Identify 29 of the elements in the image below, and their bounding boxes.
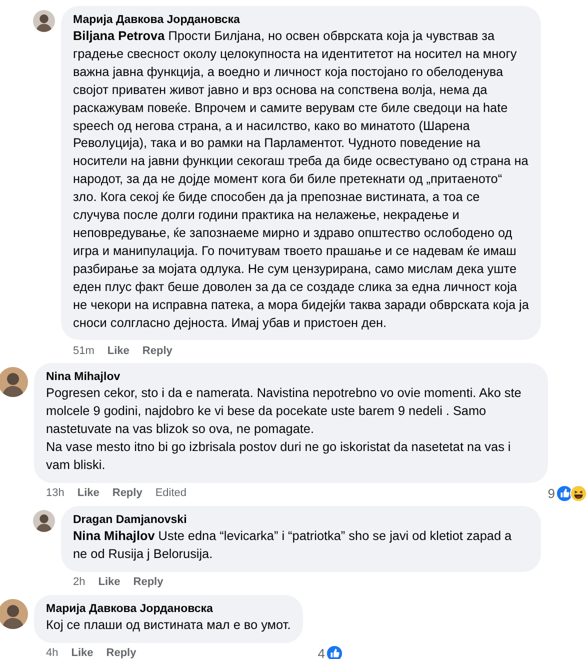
author-name: Марија Давкова Јордановска	[46, 602, 214, 617]
avatar	[0, 598, 28, 629]
author-name: Марија Давкова Јордановска	[73, 13, 241, 28]
reaction-count: 9	[548, 486, 555, 501]
reply-link[interactable]: Reply	[106, 647, 136, 659]
timestamp: 2h	[73, 576, 86, 588]
like-link[interactable]: Like	[71, 647, 94, 659]
comment-text: Nina Mihajlov Uste edna “levicarka” i “patriotka” sho se javi od kletiot zapad a ne od Rusija j Belorusija.	[73, 528, 513, 563]
like-icon	[326, 644, 343, 659]
author-name: Dragan Damjanovski	[73, 512, 188, 528]
reply-link[interactable]: Reply	[112, 487, 142, 500]
reaction-count: 4	[318, 646, 325, 659]
avatar	[33, 10, 55, 32]
reply-link[interactable]: Reply	[133, 576, 164, 588]
like-link[interactable]: Like	[98, 576, 120, 588]
reply-link[interactable]: Reply	[142, 344, 172, 357]
timestamp: 13h	[46, 487, 64, 500]
comment-text: Кој се плаши од вистината мал е во умот.	[46, 616, 291, 634]
edited-label: Edited	[155, 487, 187, 500]
author-name: Nina Mihajlov	[46, 370, 122, 386]
laughing-face-icon	[570, 484, 587, 502]
comment-text: Pogresen cekor, sto i da e namerata. Navistina nepotrebno vo ovie momenti. Ako ste molcele 9 godini, najdobro ke vi bese da pocekate uste barem 9 nedeli . Samo nastetuvate na vas blizok so ova, ne pomagate. Na vase mesto itno bi go izbrisala postov duri ne go iskoristat da nasetetat na vas i vam bliski.	[46, 385, 522, 474]
comment-text: Biljana Petrova Прости Билјана, но освен обврската која ја чувствав за градење свесност околу целокупноста на идентитетот на носител на многу важна јавна функција, а воедно и личност која постојано го обелоденува својот приватен живот јавно и врз основа на сопствена волја, нема да раскажувам повеќе. Впрочем и самите верувам сте биле сведоци на hate speech од негова страна, а и насилство, како во минатото (Шарена Револуција), така и во рамки на Парламентот. Чудното поведение на носители на јавни функции секогаш треба да биде освестувано од страна на народот, за да не дојде момент кога би биле претекнати од „притаеното“ зло. Кога секој ќе биде способен да ја препознае вистината, а тоа се случува после долги години практика на нелажење, некрадење и неповредување, ќе запознаеме мирно и здраво општество ослободено од игра и манипулација. Го почитувам твоето прашање и се надевам ќе имаш разбирање за мојата одлука. Не сум цензурирана, само мислам дека уште еден плус факт беше доволен за да се создаде слика за една личност која не чекори на исправна патека, а мора бидејќи таква заради обврската која ја сноси солгласно дејноста. Имај убав и пристоен ден.	[73, 28, 529, 332]
like-link[interactable]: Like	[77, 487, 100, 500]
timestamp: 4h	[46, 647, 58, 659]
avatar	[33, 510, 55, 532]
avatar	[0, 367, 28, 398]
timestamp: 51m	[73, 344, 94, 357]
like-link[interactable]: Like	[107, 344, 130, 357]
